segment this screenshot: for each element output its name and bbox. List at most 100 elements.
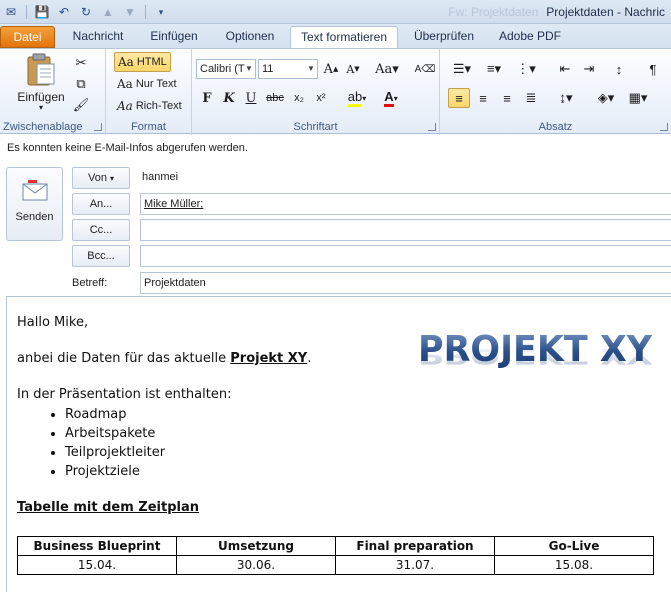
paste-button[interactable]: Einfügen ▾ — [14, 53, 68, 112]
intro-line: anbei die Daten für das aktuelle Projekt… — [17, 351, 311, 366]
font-size-combo[interactable]: 11 ▼ — [258, 59, 318, 79]
cut-icon[interactable]: ✂ — [70, 53, 92, 73]
table-header-cell: Final preparation — [335, 536, 495, 556]
arrow-down-icon[interactable]: ▼ — [121, 3, 139, 21]
font-family-combo[interactable]: Calibri (T ▼ — [196, 59, 256, 79]
copy-icon[interactable]: ⧉ — [70, 74, 92, 94]
from-value: hanmei — [142, 171, 179, 183]
redo-icon[interactable]: ↻ — [77, 3, 95, 21]
format-plain-label: Nur Text — [135, 78, 177, 90]
clear-formatting-icon[interactable]: A⌫ — [414, 59, 436, 79]
tab-text-formatieren[interactable]: Text formatieren — [290, 26, 398, 49]
logo-reflection: PROJEKT XY — [418, 344, 653, 369]
numbering-icon[interactable]: ≡▾ — [480, 59, 508, 79]
change-case-icon[interactable]: Aa▾ — [372, 59, 402, 79]
list-item: Arbeitspakete — [65, 424, 165, 443]
tab-optionen[interactable]: Optionen — [218, 26, 282, 48]
superscript-icon[interactable]: x² — [310, 88, 332, 108]
ribbon-tabs: Datei Nachricht Einfügen Optionen Text f… — [0, 24, 671, 49]
sort-icon[interactable]: ↕ — [608, 59, 630, 79]
decrease-indent-icon[interactable]: ⇤ — [554, 59, 576, 79]
grow-font-icon[interactable]: A ▲ — [320, 59, 342, 79]
table-header-row: Business Blueprint Umsetzung Final prepa… — [17, 536, 654, 556]
highlight-icon[interactable]: ab ▾ — [342, 88, 372, 108]
group-zwischenablage: Einfügen ▾ ✂ ⧉ 🖌 Zwischenablage — [0, 49, 106, 135]
undo-icon[interactable]: ↶ — [55, 3, 73, 21]
font-family-value: Calibri (T — [200, 63, 245, 75]
format-html-button[interactable]: Aa HTML — [114, 52, 171, 72]
tab-einfuegen[interactable]: Einfügen — [142, 26, 206, 48]
align-left-icon[interactable]: ≡ — [448, 88, 470, 108]
table-cell: 15.04. — [17, 555, 177, 575]
from-button[interactable]: Von ▾ — [72, 167, 130, 189]
tab-nachricht[interactable]: Nachricht — [66, 26, 130, 48]
tab-ueberpruefen[interactable]: Überprüfen — [406, 26, 482, 48]
table-cell: 30.06. — [176, 555, 336, 575]
line-spacing-icon[interactable]: ↨▾ — [552, 88, 580, 108]
show-formatting-icon[interactable]: ¶ — [642, 59, 664, 79]
tab-adobe-pdf[interactable]: Adobe PDF — [494, 26, 566, 48]
send-button[interactable]: Senden — [6, 167, 63, 241]
format-rich-label: Rich-Text — [135, 100, 182, 112]
bcc-button[interactable]: Bcc... — [72, 245, 130, 267]
format-rich-button[interactable]: Aa Rich-Text — [117, 96, 182, 116]
to-button[interactable]: An... — [72, 193, 130, 215]
outlook-app-icon[interactable]: ✉ — [2, 3, 20, 21]
subject-field[interactable]: Projektdaten — [140, 272, 671, 294]
cc-button[interactable]: Cc... — [72, 219, 130, 241]
group-label-absatz: Absatz — [538, 121, 573, 133]
cc-field[interactable] — [140, 219, 671, 241]
table-header-cell: Umsetzung — [176, 536, 336, 556]
window-title-text: Projektdaten - Nachric — [546, 5, 665, 19]
bcc-field[interactable] — [140, 245, 671, 267]
font-color-icon[interactable]: A ▾ — [376, 88, 406, 108]
italic-icon[interactable]: K — [218, 88, 240, 108]
strikethrough-icon[interactable]: abc — [264, 88, 286, 108]
justify-icon[interactable]: ≣ — [520, 88, 542, 108]
qat-separator — [26, 5, 27, 19]
align-center-icon[interactable]: ≡ — [472, 88, 494, 108]
format-painter-icon[interactable]: 🖌 — [70, 95, 92, 115]
table-cell: 15.08. — [494, 555, 654, 575]
paste-dropdown-icon[interactable]: ▾ — [14, 104, 68, 112]
to-field[interactable]: Mike Müller; — [140, 193, 671, 215]
group-schriftart: Calibri (T ▼ 11 ▼ A ▲ A ▼ Aa▾ A⌫ F K U abc x… — [192, 49, 440, 135]
font-launcher-icon[interactable] — [428, 123, 436, 131]
shrink-font-icon[interactable]: A ▼ — [342, 59, 364, 79]
table-header-cell: Business Blueprint — [17, 536, 177, 556]
format-plain-button[interactable]: Aa Nur Text — [117, 74, 177, 94]
group-format: Aa HTML Aa Nur Text Aa Rich-Text Format — [106, 49, 192, 135]
group-absatz: ☰▾ ≡▾ ⋮▾ ⇤ ⇥ ↕ ¶ ≡ ≡ ≡ ≣ ↨▾ ◈▾ ▦▾ Absatz — [440, 49, 671, 135]
intro-pre: anbei die Daten für das aktuelle — [17, 351, 231, 366]
message-body[interactable]: Hallo Mike, anbei die Daten für das aktu… — [6, 296, 671, 592]
group-label-zwischenablage: Zwischenablage — [3, 121, 83, 133]
font-size-value: 11 — [262, 63, 274, 75]
borders-icon[interactable]: ▦▾ — [624, 88, 652, 108]
window-title-ghost: Fw: Projektdaten — [448, 5, 539, 19]
list-intro: In der Präsentation ist enthalten: — [17, 387, 232, 402]
group-label-format: Format — [131, 121, 166, 133]
clipboard-icon — [27, 53, 55, 86]
increase-indent-icon[interactable]: ⇥ — [578, 59, 600, 79]
schedule-table: Business Blueprint Umsetzung Final prepa… — [17, 536, 654, 575]
paragraph-launcher-icon[interactable] — [660, 123, 668, 131]
underline-icon[interactable]: U — [240, 88, 262, 108]
align-right-icon[interactable]: ≡ — [496, 88, 518, 108]
to-recipient[interactable]: Mike Müller; — [144, 198, 203, 210]
group-label-schriftart: Schriftart — [293, 121, 338, 133]
shading-icon[interactable]: ◈▾ — [592, 88, 620, 108]
bold-icon[interactable]: F — [196, 88, 218, 108]
format-aa-rich-icon: Aa — [117, 99, 133, 113]
bullets-icon[interactable]: ☰▾ — [448, 59, 476, 79]
arrow-up-icon[interactable]: ▲ — [99, 3, 117, 21]
customize-qat-icon[interactable]: ▾ — [152, 3, 170, 21]
send-label: Senden — [15, 211, 54, 223]
tab-datei[interactable]: Datei — [0, 26, 55, 48]
multilevel-list-icon[interactable]: ⋮▾ — [512, 59, 540, 79]
save-icon[interactable]: 💾 — [33, 3, 51, 21]
list-item: Teilprojektleiter — [65, 443, 165, 462]
clipboard-launcher-icon[interactable] — [94, 123, 102, 131]
font-size-dropdown-icon[interactable]: ▼ — [305, 60, 317, 78]
subscript-icon[interactable]: x₂ — [288, 88, 310, 108]
font-family-dropdown-icon[interactable]: ▼ — [243, 60, 255, 78]
